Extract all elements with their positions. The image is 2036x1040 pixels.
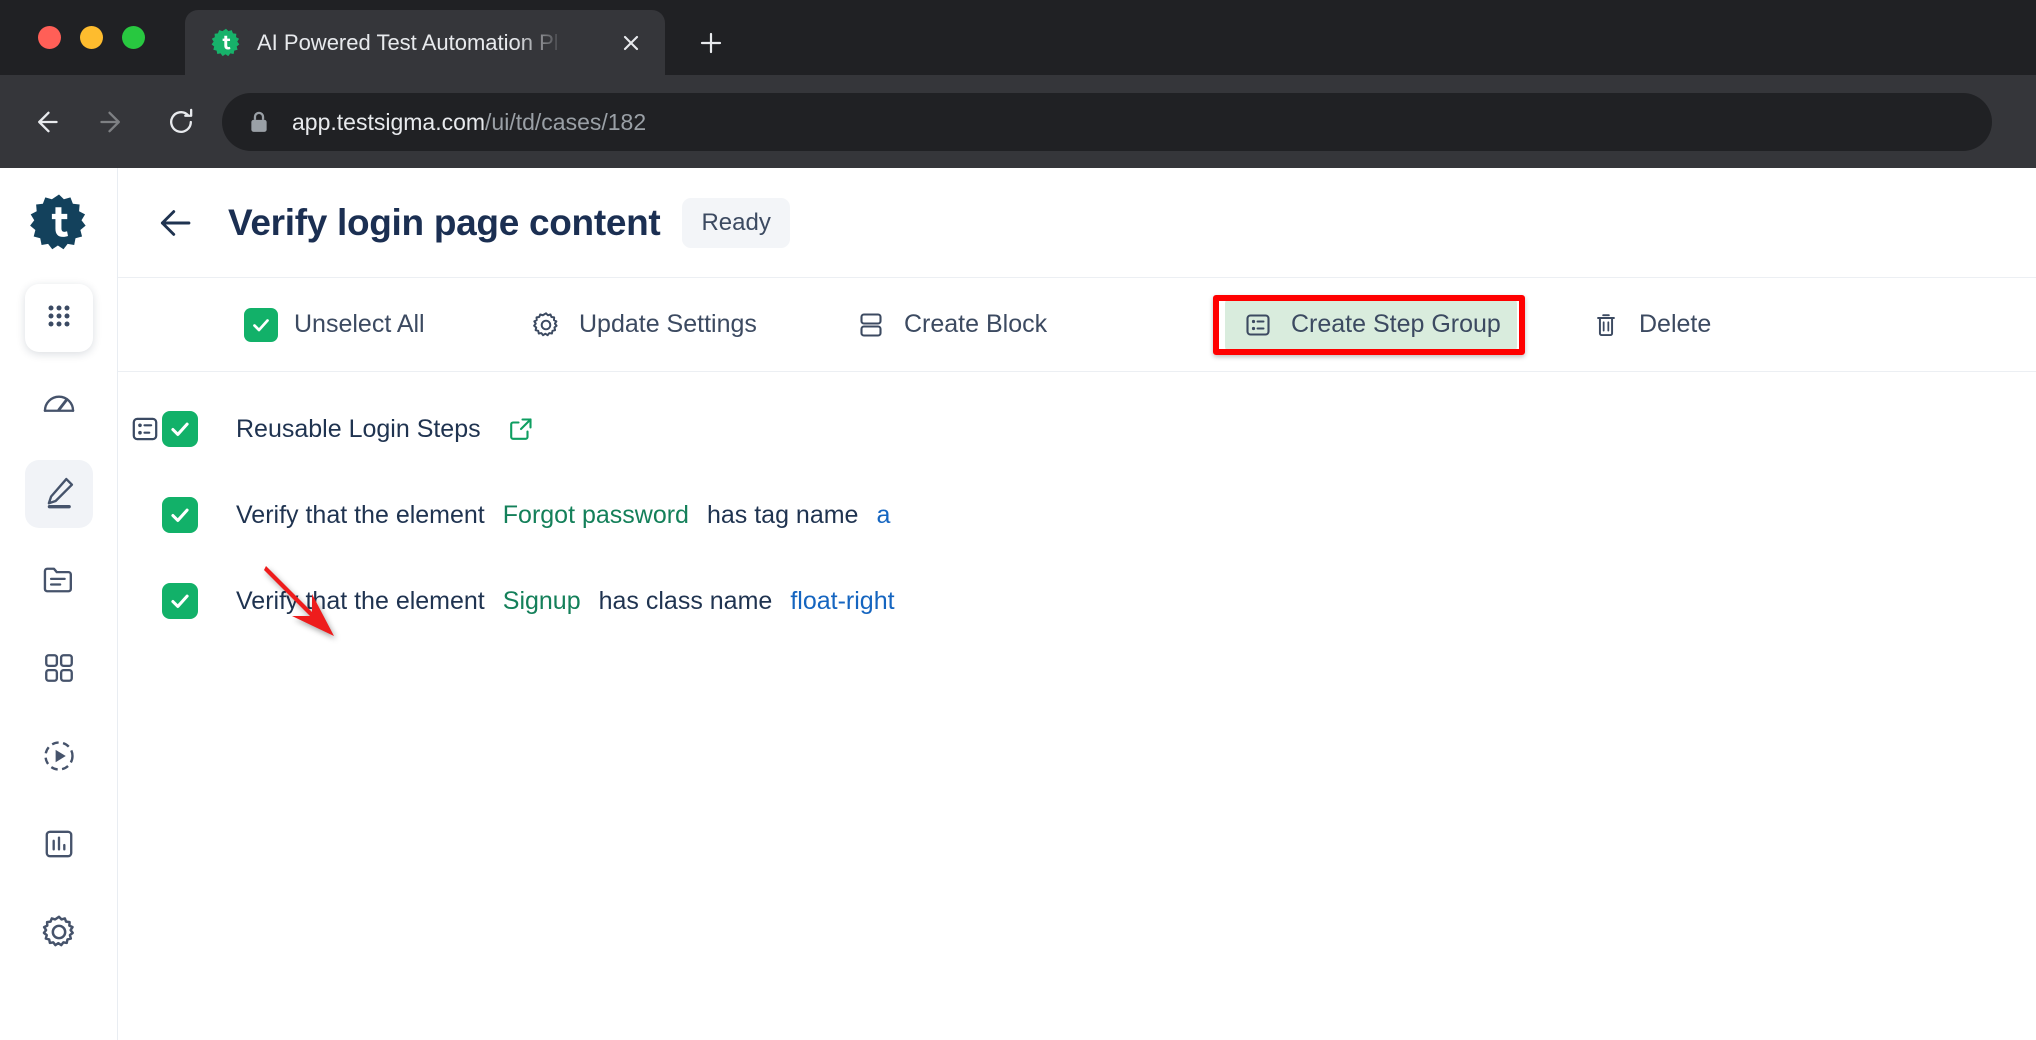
window-traffic-lights	[38, 26, 145, 49]
step-middle: has tag name	[706, 500, 859, 529]
unselect-all-label: Unselect All	[294, 310, 425, 338]
url-text: app.testsigma.com/ui/td/cases/182	[292, 109, 646, 136]
testsigma-logo-icon[interactable]	[26, 190, 92, 256]
new-tab-button[interactable]	[690, 22, 732, 64]
maximize-window-button[interactable]	[122, 26, 145, 49]
browser-chrome: AI Powered Test Automation Pl app.testsi…	[0, 0, 2036, 168]
step-element[interactable]: Forgot password	[503, 501, 689, 530]
sidebar-item-test-development[interactable]	[24, 460, 93, 528]
sidebar-item-reports[interactable]	[25, 812, 93, 880]
unselect-all-button[interactable]: Unselect All	[228, 296, 441, 354]
step-action-bar: Unselect All Update Settings Create Bloc…	[118, 278, 2036, 372]
list-item[interactable]: Verify that the element Signup has class…	[118, 570, 2036, 632]
pencil-icon	[41, 474, 77, 515]
address-bar[interactable]: app.testsigma.com/ui/td/cases/182	[222, 93, 1992, 151]
step-text: Verify that the element Forgot password …	[236, 501, 890, 530]
checkbox-checked-icon	[244, 307, 278, 342]
step-checkbox[interactable]	[162, 583, 198, 619]
back-icon[interactable]	[22, 99, 68, 145]
browser-navigation-bar: app.testsigma.com/ui/td/cases/182	[0, 75, 2036, 168]
minimize-window-button[interactable]	[80, 26, 103, 49]
close-window-button[interactable]	[38, 26, 61, 49]
app-root: AI Powered Test Automation Pl app.testsi…	[0, 0, 2036, 1040]
page-title: Verify login page content	[228, 201, 661, 243]
folder-icon	[41, 562, 77, 603]
stacked-rows-icon	[854, 308, 888, 342]
play-circle-icon	[41, 738, 77, 779]
step-list: Reusable Login Steps Verify that the ele…	[118, 372, 2036, 632]
sidebar-item-settings[interactable]	[25, 900, 93, 968]
testsigma-gear-favicon	[211, 28, 241, 58]
create-step-group-label: Create Step Group	[1291, 310, 1501, 338]
step-prefix: Verify that the element	[236, 586, 485, 615]
gear-icon	[41, 914, 77, 955]
browser-tab[interactable]: AI Powered Test Automation Pl	[185, 10, 665, 75]
sidebar-item-test-plans[interactable]	[25, 636, 93, 704]
grid-dots-icon	[44, 301, 74, 336]
external-link-icon[interactable]	[508, 416, 534, 442]
create-step-group-button[interactable]: Create Step Group	[1225, 295, 1517, 354]
delete-label: Delete	[1639, 310, 1712, 338]
url-path: /ui/td/cases/182	[485, 108, 647, 135]
delete-button[interactable]: Delete	[1573, 296, 1727, 354]
browser-tabstrip: AI Powered Test Automation Pl	[0, 0, 2036, 75]
tab-title: AI Powered Test Automation Pl	[257, 29, 557, 55]
create-block-button[interactable]: Create Block	[838, 296, 1063, 354]
sidebar-item-runs[interactable]	[25, 724, 93, 792]
sidebar-item-test-data[interactable]	[25, 548, 93, 616]
step-text: Verify that the element Signup has class…	[236, 587, 895, 616]
trash-icon	[1589, 308, 1623, 342]
step-group-title: Reusable Login Steps	[236, 414, 481, 443]
left-sidebar	[0, 168, 118, 1040]
step-element[interactable]: Signup	[503, 587, 581, 616]
sidebar-item-app-switcher[interactable]	[24, 284, 93, 352]
step-prefix: Verify that the element	[236, 500, 485, 529]
page-header: Verify login page content Ready	[118, 168, 2036, 278]
step-group-icon	[128, 412, 162, 446]
step-value[interactable]: a	[876, 501, 890, 530]
list-item[interactable]: Verify that the element Forgot password …	[118, 484, 2036, 546]
close-icon[interactable]	[615, 27, 647, 59]
step-group-icon	[1241, 308, 1275, 342]
step-checkbox[interactable]	[162, 497, 198, 533]
main-content: Verify login page content Ready Unselect…	[118, 168, 2036, 1040]
url-host: app.testsigma.com	[292, 108, 486, 135]
bar-chart-icon	[42, 827, 76, 866]
step-checkbox[interactable]	[162, 411, 198, 447]
update-settings-button[interactable]: Update Settings	[513, 296, 773, 354]
update-settings-label: Update Settings	[579, 310, 757, 338]
forward-icon[interactable]	[90, 99, 136, 145]
speedometer-icon	[41, 386, 77, 427]
step-text: Reusable Login Steps	[236, 415, 534, 444]
create-block-label: Create Block	[904, 310, 1048, 338]
status-badge: Ready	[682, 197, 790, 248]
step-value[interactable]: float-right	[790, 587, 894, 616]
lock-icon	[248, 110, 270, 134]
step-middle: has class name	[598, 586, 773, 615]
gear-icon	[529, 308, 563, 342]
list-item[interactable]: Reusable Login Steps	[118, 398, 2036, 460]
app-body: Verify login page content Ready Unselect…	[0, 168, 2036, 1040]
squares-icon	[42, 651, 76, 690]
page-back-icon[interactable]	[150, 198, 200, 248]
sidebar-item-dashboard[interactable]	[25, 372, 93, 440]
reload-icon[interactable]	[158, 99, 204, 145]
